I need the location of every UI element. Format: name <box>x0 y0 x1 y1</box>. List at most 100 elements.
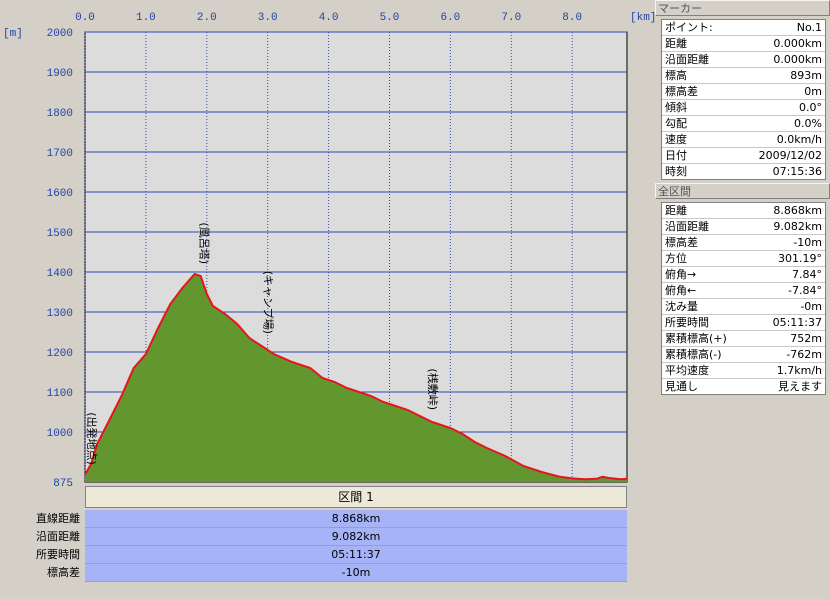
total-row: 沿面距離 9.082km <box>662 219 825 235</box>
total-value: 7.84° <box>792 268 822 281</box>
summary-label: 標高差 <box>47 566 80 579</box>
x-tick-label: 5.0 <box>380 12 400 24</box>
section-header[interactable]: 区間 1 <box>85 486 627 508</box>
total-row: 方位 301.19° <box>662 251 825 267</box>
elevation-chart: 0.0 1.0 2.0 3.0 4.0 5.0 6.0 7.0 8.0 2000 1900 1800 1… <box>3 12 655 490</box>
total-label: 累積標高(-) <box>665 348 722 361</box>
marker-row: ポイント: No.1 <box>662 20 825 36</box>
total-label: 所要時間 <box>665 316 709 329</box>
summary-value: 05:11:37 <box>85 546 627 564</box>
y-tick-label: 1500 <box>47 228 73 240</box>
marker-label: 日付 <box>665 149 687 162</box>
total-row: 見通し 見えます <box>662 379 825 394</box>
marker-value: 07:15:36 <box>772 165 822 178</box>
annotation-label: (キャンプ場) <box>262 271 275 334</box>
total-value: -10m <box>793 236 822 249</box>
y-tick-label: 1000 <box>47 428 73 440</box>
total-value: 1.7km/h <box>776 364 822 377</box>
marker-row: 速度 0.0km/h <box>662 132 825 148</box>
marker-row: 標高 893m <box>662 68 825 84</box>
marker-value: 0m <box>804 85 822 98</box>
x-tick-label: 3.0 <box>258 12 278 24</box>
total-label: 累積標高(+) <box>665 332 727 345</box>
x-tick-label: 4.0 <box>319 12 339 24</box>
marker-row: 距離 0.000km <box>662 36 825 52</box>
total-value: 05:11:37 <box>772 316 822 329</box>
total-row: 俯角← -7.84° <box>662 283 825 299</box>
x-tick-label: 0.0 <box>75 12 95 24</box>
summary-row-surface: 沿面距離 9.082km <box>0 528 628 546</box>
y-unit-label: [m] <box>3 28 23 40</box>
total-label: 距離 <box>665 204 687 217</box>
total-value: 301.19° <box>778 252 822 265</box>
marker-label: 標高差 <box>665 85 698 98</box>
y-tick-label: 875 <box>53 478 73 490</box>
marker-value: 893m <box>790 69 822 82</box>
summary-value: 9.082km <box>85 528 627 546</box>
marker-row: 日付 2009/12/02 <box>662 148 825 164</box>
y-tick-label: 1400 <box>47 268 73 280</box>
y-tick-label: 1200 <box>47 348 73 360</box>
total-label: 沈み量 <box>665 300 698 313</box>
x-tick-label: 2.0 <box>197 12 217 24</box>
summary-value: -10m <box>85 564 627 582</box>
summary-row-time: 所要時間 05:11:37 <box>0 546 628 564</box>
total-label: 標高差 <box>665 236 698 249</box>
total-value: -0m <box>800 300 822 313</box>
marker-label: ポイント: <box>665 21 713 34</box>
marker-row: 時刻 07:15:36 <box>662 164 825 179</box>
marker-label: 傾斜 <box>665 101 687 114</box>
y-tick-label: 1800 <box>47 108 73 120</box>
x-tick-label: 6.0 <box>440 12 460 24</box>
total-value: 9.082km <box>773 220 822 233</box>
total-value: 8.868km <box>773 204 822 217</box>
marker-label: 沿面距離 <box>665 53 709 66</box>
marker-table: ポイント: No.1 距離 0.000km 沿面距離 0.000km 標高 893m 標高差 0m… <box>661 19 826 180</box>
total-row: 標高差 -10m <box>662 235 825 251</box>
marker-value: 0.000km <box>773 53 822 66</box>
marker-row: 標高差 0m <box>662 84 825 100</box>
marker-value: 0.0° <box>799 101 822 114</box>
total-label: 沿面距離 <box>665 220 709 233</box>
y-tick-label: 2000 <box>47 28 73 40</box>
x-tick-label: 8.0 <box>562 12 582 24</box>
summary-row-elevdiff: 標高差 -10m <box>0 564 628 582</box>
marker-label: 時刻 <box>665 165 687 178</box>
x-tick-label: 7.0 <box>501 12 521 24</box>
summary-row-straight: 直線距離 8.868km <box>0 510 628 528</box>
marker-label: 速度 <box>665 133 687 146</box>
total-value: -7.84° <box>788 284 822 297</box>
total-row: 俯角→ 7.84° <box>662 267 825 283</box>
summary-label: 沿面距離 <box>36 530 80 543</box>
y-tick-label: 1900 <box>47 68 73 80</box>
total-row: 沈み量 -0m <box>662 299 825 315</box>
summary-label: 所要時間 <box>36 548 80 561</box>
annotation-label: (出発地点) <box>85 412 99 465</box>
total-row: 距離 8.868km <box>662 203 825 219</box>
marker-row: 勾配 0.0% <box>662 116 825 132</box>
total-label: 見通し <box>665 380 698 393</box>
x-tick-label: 1.0 <box>136 12 156 24</box>
total-table: 距離 8.868km 沿面距離 9.082km 標高差 -10m 方位 301.19° 俯角→ 7… <box>661 202 826 395</box>
info-sidebar: マーカー ポイント: No.1 距離 0.000km 沿面距離 0.000km 標高 893m… <box>655 0 830 599</box>
total-label: 俯角← <box>665 284 697 297</box>
marker-value: 0.0km/h <box>776 133 822 146</box>
total-row: 所要時間 05:11:37 <box>662 315 825 331</box>
total-value: -762m <box>786 348 822 361</box>
marker-row: 傾斜 0.0° <box>662 100 825 116</box>
marker-panel-title: マーカー <box>655 0 830 16</box>
total-row: 累積標高(+) 752m <box>662 331 825 347</box>
marker-value: 0.0% <box>794 117 822 130</box>
y-tick-label: 1300 <box>47 308 73 320</box>
annotation-label: (桟敷峠) <box>426 368 440 410</box>
marker-label: 勾配 <box>665 117 687 130</box>
total-row: 平均速度 1.7km/h <box>662 363 825 379</box>
summary-label: 直線距離 <box>36 512 80 525</box>
marker-value: 0.000km <box>773 37 822 50</box>
y-tick-label: 1100 <box>47 388 73 400</box>
marker-label: 標高 <box>665 69 687 82</box>
x-unit-label: [km] <box>630 12 655 24</box>
total-value: 見えます <box>778 380 822 393</box>
total-panel-title: 全区間 <box>655 183 830 199</box>
marker-label: 距離 <box>665 37 687 50</box>
